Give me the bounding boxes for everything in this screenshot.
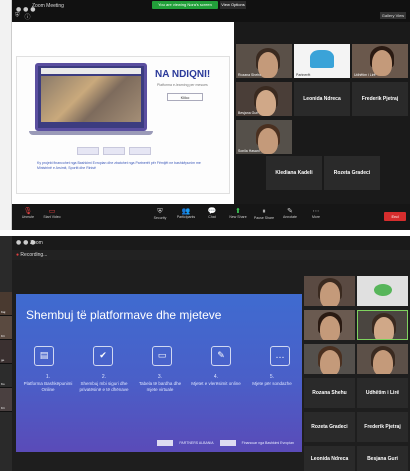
slide-icon-row: ▤ ✔ ▭ ✎ …	[34, 346, 290, 366]
video-tile[interactable]	[304, 276, 355, 306]
webpage-footer-text: Ky projekt financohet nga Bashkimi Evrop…	[37, 161, 201, 170]
video-tile[interactable]: Rozana Shehu	[236, 44, 292, 78]
edit-icon: ✎	[211, 346, 231, 366]
slide-footer-org: PARTNERS ALBANIA	[179, 441, 214, 445]
view-options-button[interactable]: View Options	[220, 1, 246, 9]
video-tile[interactable]	[357, 310, 408, 340]
shared-presentation-slide: Shembuj të platformave dhe mjeteve ▤ ✔ ▭…	[16, 294, 302, 452]
chat-icon: …	[270, 346, 290, 366]
title-bar: ● ● ● Zoom Meeting You are viewing Nora'…	[12, 0, 410, 22]
video-tile[interactable]: Sonila Hasani	[236, 120, 292, 154]
slide-item: 2. Shembuj mbi siguri dhe privatësinë e t…	[79, 374, 129, 392]
slide-items: 1. Platforma Bashkëpunimi Online 2. Shembu…	[22, 374, 298, 392]
video-tile[interactable]: Kaj	[0, 292, 12, 316]
webpage-button[interactable]: Kliko	[167, 93, 203, 101]
more-icon: ⋯	[312, 207, 320, 215]
video-tile[interactable]: Frederik Pjetraj	[357, 412, 408, 442]
sponsor-logos	[77, 147, 151, 155]
slide-item: 3. Tabela të bardha dhe mjete virtuale	[138, 374, 182, 392]
video-tile[interactable]	[304, 344, 355, 374]
video-tile[interactable]: Besjana Guri	[236, 82, 292, 116]
start-video-button[interactable]: ▭ Start Video	[38, 207, 66, 219]
left-panel-strip-top	[0, 0, 12, 230]
monitor-icon: ▤	[34, 346, 54, 366]
security-icon: ⛨	[157, 207, 163, 215]
share-icon: ⬆	[235, 207, 241, 215]
participants-icon: 👥	[181, 207, 191, 215]
annotate-button[interactable]: ✎ Annotate	[276, 207, 304, 219]
new-share-button[interactable]: ⬆ New Share	[224, 207, 252, 219]
participant-gallery-bottom: Rozana Shehu Udhëtim i Lirë Rozeta Grade…	[304, 276, 408, 471]
video-tile[interactable]: Frederik Pjetraj	[352, 82, 408, 116]
title-bar: ● ● ● Zoom	[12, 236, 410, 250]
zoom-window-top: ● ● ● Zoom Meeting You are viewing Nora'…	[12, 0, 410, 230]
eu-logo	[77, 147, 99, 155]
video-tile[interactable]	[357, 276, 408, 306]
recording-bar: ● Recording...	[12, 250, 410, 260]
pause-share-button[interactable]: ⏸ Pause Share	[250, 207, 278, 220]
laptop-image	[35, 63, 147, 131]
video-tile[interactable]: Ko	[0, 364, 12, 388]
window-title: Zoom	[30, 240, 43, 246]
ministry-logo	[129, 147, 151, 155]
video-tile[interactable]: Leonida Ndreca	[294, 82, 350, 116]
chat-icon: 💬	[207, 207, 217, 215]
video-tile[interactable]: ge	[0, 340, 12, 364]
shield-icon[interactable]: ⛨	[15, 12, 20, 21]
record-dot-icon: ●	[16, 252, 20, 258]
pause-icon: ⏸	[262, 207, 266, 215]
slide-title: Shembuj të platformave dhe mjeteve	[26, 308, 222, 322]
end-meeting-button[interactable]: End	[384, 212, 406, 221]
more-button[interactable]: ⋯ More	[302, 207, 330, 219]
video-tile[interactable]: Besjana Guri	[357, 446, 408, 471]
gallery-view-button[interactable]: Gallery View	[380, 12, 406, 19]
video-tile[interactable]: Rozeta Gradeci	[324, 156, 380, 190]
webpage-subtitle: Platforma e-learning per mesues	[157, 83, 208, 87]
video-tile[interactable]: Kri	[0, 388, 12, 412]
left-panel-strip-bottom: Kaj Kri ge Ko Kri	[0, 236, 12, 471]
video-tile[interactable]: Leonida Ndreca	[304, 446, 355, 471]
chat-button[interactable]: 💬 Chat	[198, 207, 226, 219]
video-tile[interactable]: Rozeta Gradeci	[304, 412, 355, 442]
security-button[interactable]: ⛨ Security	[146, 207, 174, 220]
slide-footer-eu: Financuar nga Bashkimi Evropian	[241, 441, 294, 445]
shared-screen: NA NDIQNI! Platforma e-learning per mesu…	[12, 22, 234, 204]
screen-share-banner: You are viewing Nora's screen	[152, 1, 218, 9]
shield-icon: ✔	[93, 346, 113, 366]
video-tile[interactable]	[357, 344, 408, 374]
slide-item: 5. Mjete për sondazhe	[252, 374, 292, 386]
meeting-controls: 🎙 Unmute ▭ Start Video ⛨ Security 👥 Particip…	[12, 204, 410, 230]
zoom-window-bottom: ● ● ● Zoom ● Recording... Shembuj të pla…	[12, 236, 410, 471]
partner-logo	[103, 147, 125, 155]
video-tile[interactable]: Klediana Kadeli	[266, 156, 322, 190]
shared-webpage: NA NDIQNI! Platforma e-learning per mesu…	[16, 56, 230, 194]
video-tile[interactable]: Udhëtim i Lirë	[352, 44, 408, 78]
window-title: Zoom Meeting	[32, 3, 64, 9]
annotate-icon: ✎	[287, 207, 293, 215]
video-icon: ▭	[48, 207, 56, 215]
recording-indicator[interactable]: ● Recording...	[16, 252, 47, 258]
info-icon[interactable]: ⓘ	[25, 12, 31, 21]
participants-button[interactable]: 👥 Participants	[172, 207, 200, 219]
group-photo	[41, 76, 141, 122]
video-tile[interactable]: Partnerët	[294, 44, 350, 78]
partners-logo	[157, 440, 174, 446]
participant-gallery-top: Rozana Shehu Partnerët Udhëtim i Lirë Be…	[236, 44, 408, 204]
video-tile[interactable]: Kri	[0, 316, 12, 340]
webpage-title: NA NDIQNI!	[155, 69, 211, 80]
screen-icon: ▭	[152, 346, 172, 366]
slide-item: 1. Platforma Bashkëpunimi Online	[23, 374, 73, 392]
eu-logo	[219, 440, 236, 446]
slide-footer: PARTNERS ALBANIA Financuar nga Bashkimi …	[157, 440, 294, 446]
video-tile[interactable]	[304, 310, 355, 340]
video-tile[interactable]: Rozana Shehu	[304, 378, 355, 408]
video-tile[interactable]: Udhëtim i Lirë	[357, 378, 408, 408]
slide-item: 4. Mjetet e vlerësimit online	[191, 374, 241, 386]
